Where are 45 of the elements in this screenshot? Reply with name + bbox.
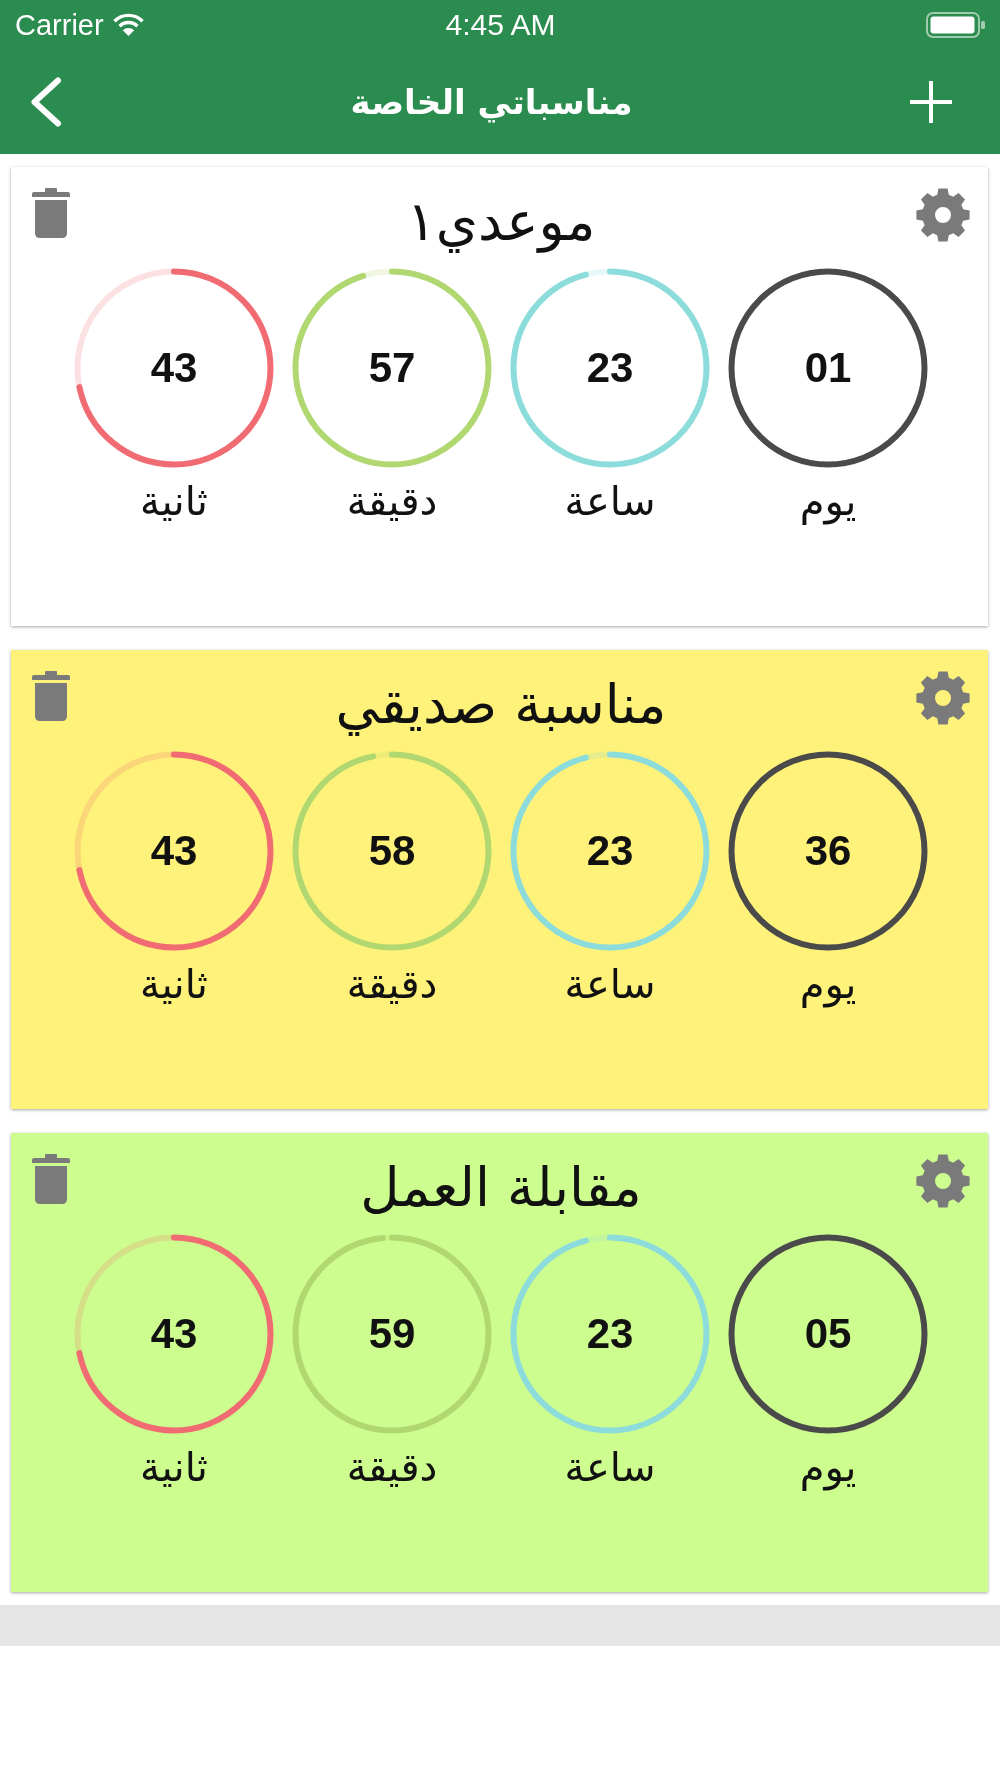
unit-label: يوم (799, 477, 857, 527)
countdown-number: 43 (150, 1310, 198, 1358)
wifi-icon (111, 13, 145, 37)
settings-icon[interactable] (916, 1154, 970, 1208)
countdown-number: 57 (368, 344, 416, 392)
countdown-number: 01 (804, 344, 852, 392)
event-title: موعدي١ (406, 189, 596, 255)
screen-title: مناسباتي الخاصة (350, 80, 633, 125)
countdown-number: 23 (586, 1310, 634, 1358)
event-title: مقابلة العمل (360, 1155, 642, 1221)
settings-icon[interactable] (916, 188, 970, 242)
add-icon[interactable] (909, 80, 953, 124)
event-title: مناسبة صديقي (335, 672, 667, 738)
back-icon[interactable] (30, 77, 62, 127)
unit-label: ثانية (140, 477, 208, 526)
ring-track (584, 268, 611, 278)
unit-label: ساعة (564, 960, 656, 1009)
settings-icon[interactable] (916, 671, 970, 725)
countdown-number: 23 (586, 344, 634, 392)
countdown-number: 23 (586, 827, 634, 875)
unit-label: ثانية (140, 960, 208, 1009)
unit-label: دقيقة (346, 960, 438, 1009)
unit-label: يوم (799, 1443, 857, 1493)
countdown-number: 43 (150, 827, 198, 875)
status-time: 4:45 AM (445, 10, 556, 40)
countdown-number: 59 (368, 1310, 416, 1358)
unit-label: دقيقة (346, 477, 438, 526)
ring-track (584, 1234, 611, 1244)
unit-label: ثانية (140, 1443, 208, 1492)
countdown-number: 43 (150, 344, 198, 392)
unit-label: دقيقة (346, 1443, 438, 1492)
unit-label: ساعة (564, 1443, 656, 1492)
unit-label: يوم (799, 960, 857, 1010)
carrier-name: Carrier (15, 10, 104, 40)
countdown-number: 05 (804, 1310, 852, 1358)
countdown-number: 58 (368, 827, 416, 875)
trash-icon[interactable] (32, 671, 70, 721)
countdown-number: 36 (804, 827, 852, 875)
ring-track (361, 268, 393, 280)
ring-track (584, 751, 611, 761)
ring-track (371, 751, 393, 760)
trash-icon[interactable] (32, 1154, 70, 1204)
battery-icon (926, 12, 986, 38)
unit-label: ساعة (564, 477, 656, 526)
trash-icon[interactable] (32, 188, 70, 238)
